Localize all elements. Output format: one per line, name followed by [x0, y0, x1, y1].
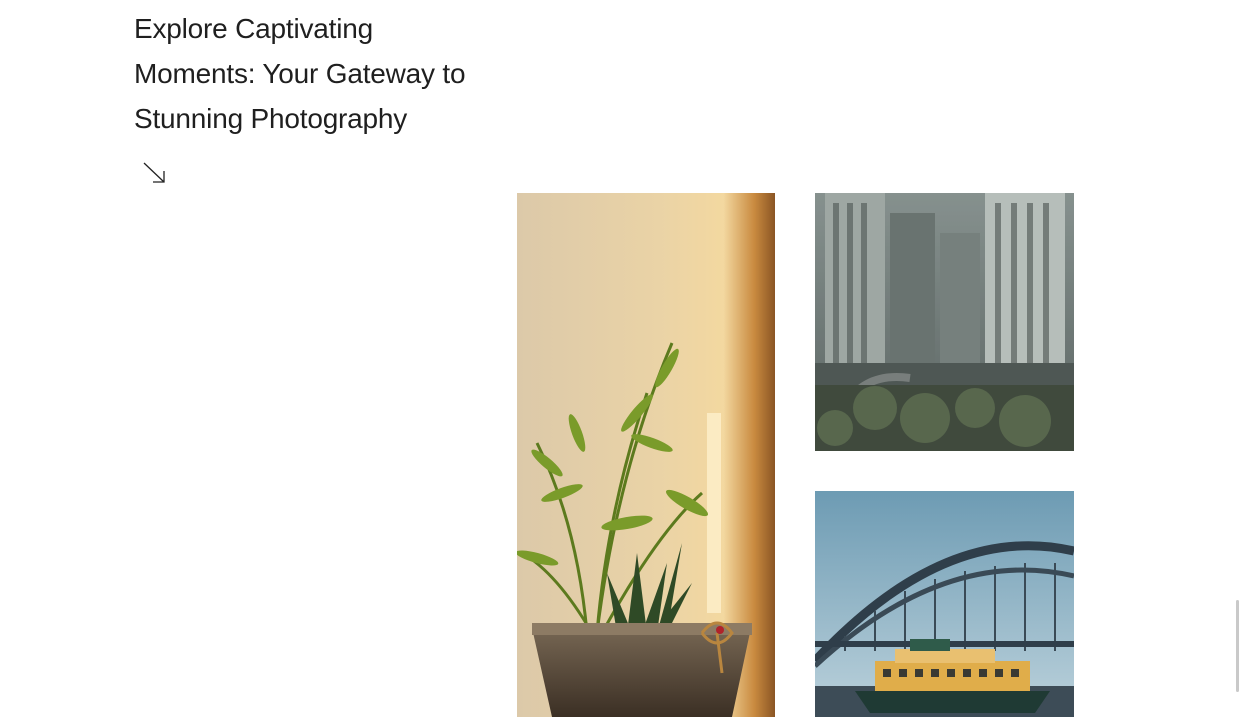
arrow-down-right-icon[interactable]: [142, 160, 168, 186]
page: Explore Captivating Moments: Your Gatewa…: [0, 0, 1239, 717]
gallery-photo-city[interactable]: [815, 193, 1074, 451]
gallery-photo-plant[interactable]: [517, 193, 775, 717]
gallery-photo-bridge[interactable]: [815, 491, 1074, 717]
hero-title: Explore Captivating Moments: Your Gatewa…: [134, 13, 466, 134]
